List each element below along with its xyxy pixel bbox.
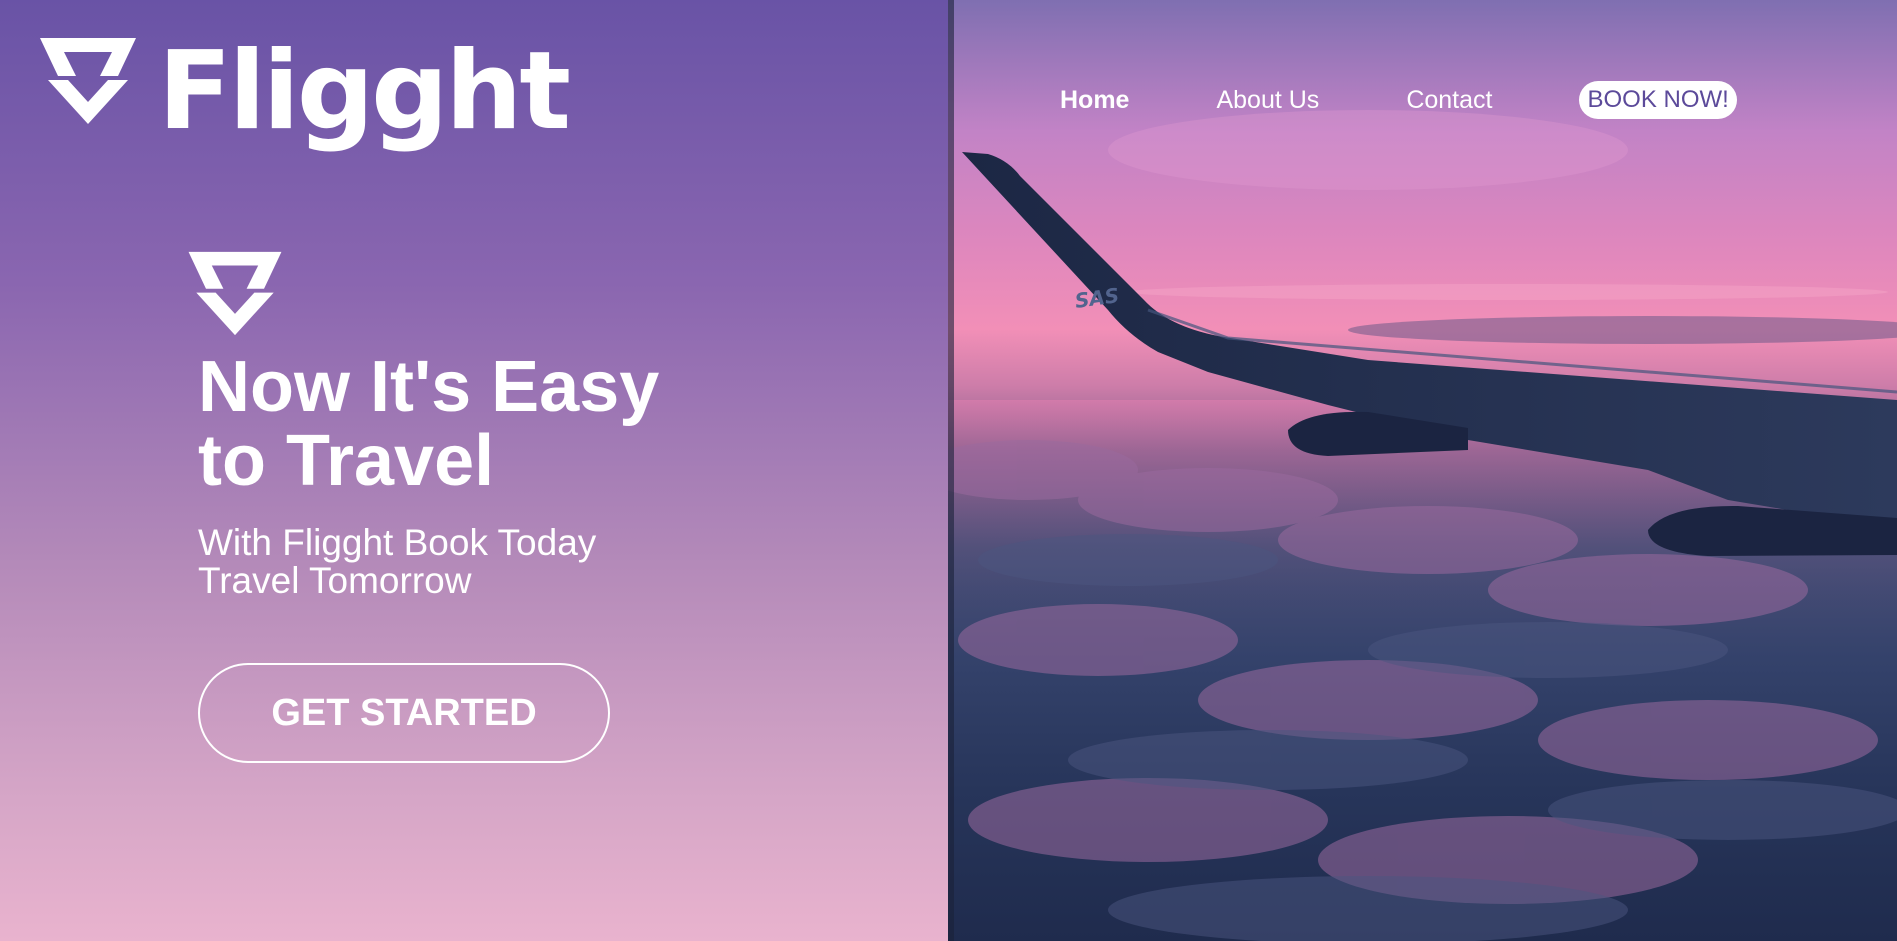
- hero-panel: Fligght Now It's Easy to Travel With Fli…: [0, 0, 948, 941]
- hero-subtitle-line: Travel Tomorrow: [198, 560, 472, 601]
- airplane-wing-photo: SAS: [948, 0, 1897, 941]
- brand-name[interactable]: Fligght: [158, 38, 571, 146]
- hero-title: Now It's Easy to Travel: [198, 350, 758, 498]
- nav-home-link[interactable]: Home: [1060, 86, 1129, 115]
- hero-subtitle-line: With Fligght Book Today: [198, 522, 597, 563]
- hero-title-line: Now It's Easy: [198, 347, 660, 427]
- nav-about-link[interactable]: About Us: [1216, 86, 1319, 115]
- nav-contact-link[interactable]: Contact: [1406, 86, 1492, 115]
- chevron-v-logo-icon: [188, 251, 282, 336]
- book-now-button[interactable]: BOOK NOW!: [1579, 81, 1737, 119]
- hero-subtitle: With Fligght Book Today Travel Tomorrow: [198, 524, 758, 600]
- hero-title-line: to Travel: [198, 421, 495, 501]
- hero-photo: SAS: [948, 0, 1897, 941]
- get-started-button[interactable]: GET STARTED: [198, 663, 610, 763]
- main-nav: Home About Us Contact BOOK NOW!: [1040, 80, 1737, 120]
- chevron-v-logo-icon: [40, 38, 136, 124]
